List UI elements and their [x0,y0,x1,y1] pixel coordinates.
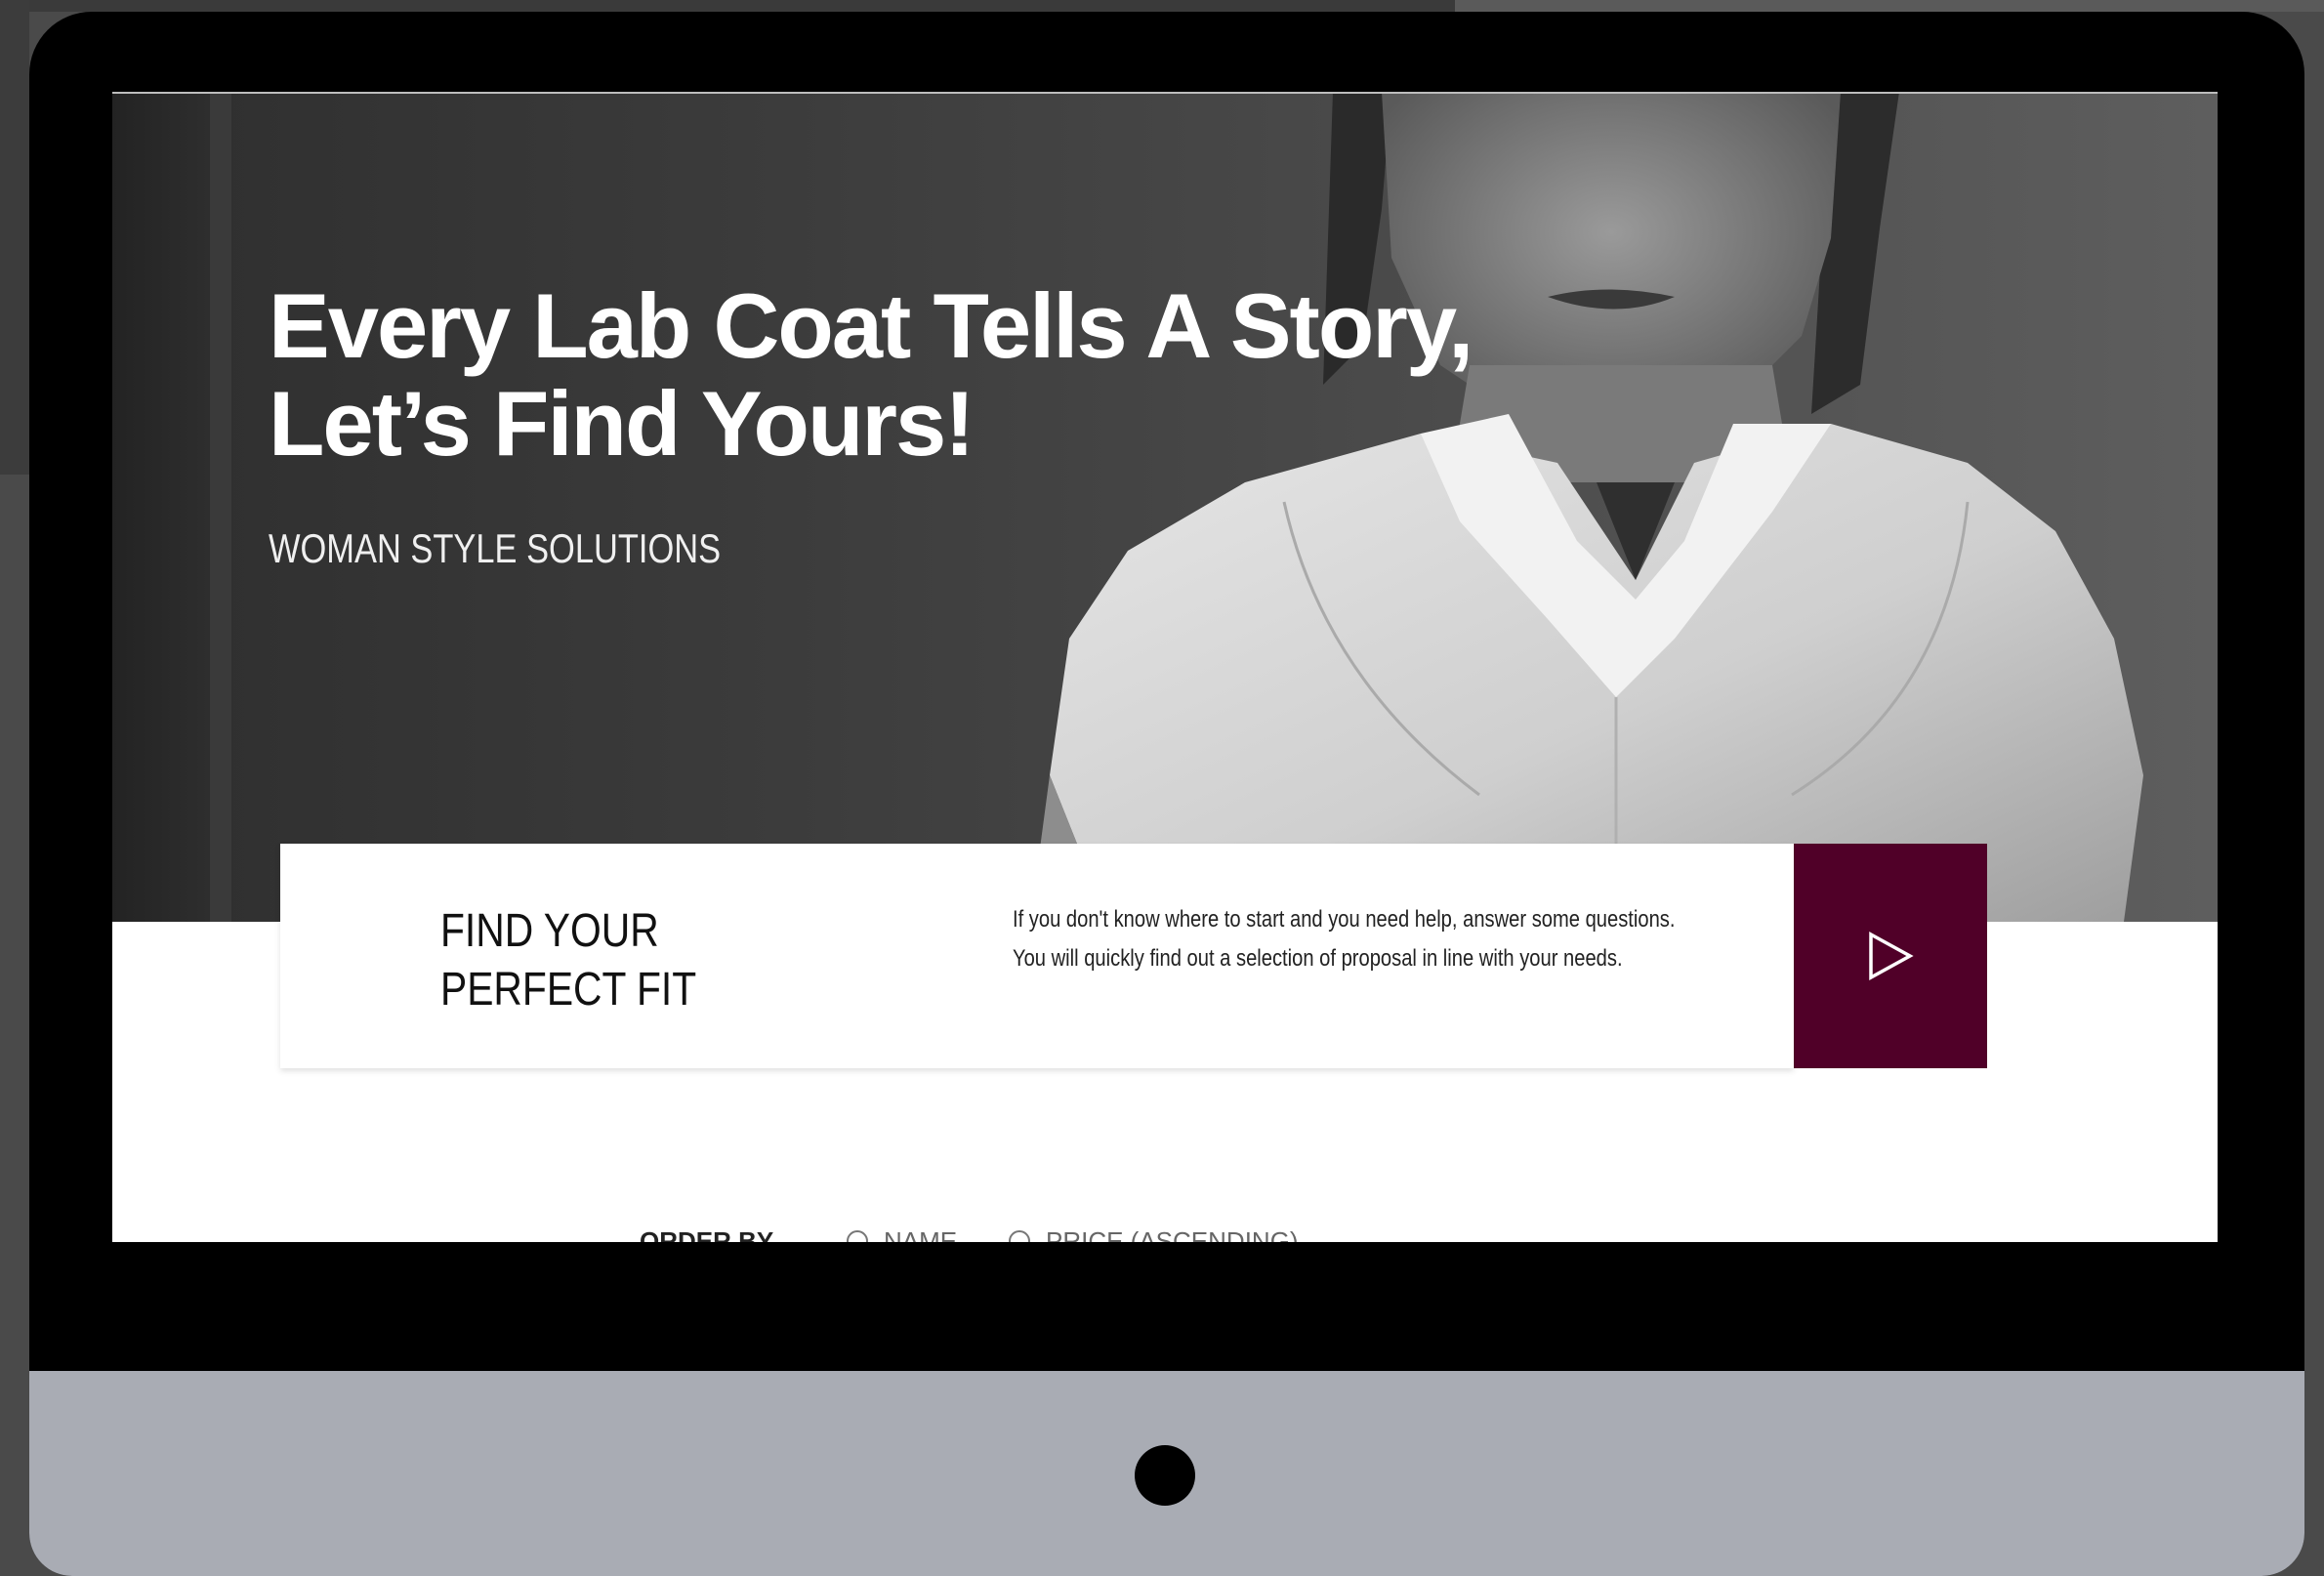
hero-banner: Every Lab Coat Tells A Story, Let’s Find… [112,92,2218,922]
perfect-fit-description-line-2: You will quickly find out a selection of… [1013,945,1623,972]
perfect-fit-description-line-1: If you don't know where to start and you… [1013,906,1676,933]
order-name-radio[interactable] [847,1230,868,1242]
website-screen: Every Lab Coat Tells A Story, Let’s Find… [112,92,2218,1242]
hero-top-line [112,92,2218,94]
order-price-radio[interactable] [1009,1230,1030,1242]
hero-title: Every Lab Coat Tells A Story, Let’s Find… [269,274,1473,475]
monitor-frame: Every Lab Coat Tells A Story, Let’s Find… [29,12,2304,1576]
background-top-right [1455,0,2324,12]
hero-photo-woman [1030,92,2143,922]
start-quiz-button[interactable] [1794,844,1987,1068]
order-by-bar: ORDER BY NAME PRICE (ASCENDING) [112,1224,2218,1242]
play-triangle-icon [1869,932,1914,980]
perfect-fit-card: FIND YOUR PERFECT FIT If you don't know … [280,844,1794,1068]
hero-subtitle: WOMAN STYLE SOLUTIONS [269,525,722,571]
order-name-option[interactable]: NAME [884,1226,957,1242]
background-top-strip [0,0,1455,12]
order-price-option[interactable]: PRICE (ASCENDING) [1046,1226,1299,1242]
background-left-band [0,0,29,475]
camera-dot-icon [1135,1445,1195,1506]
perfect-fit-title: FIND YOUR PERFECT FIT [440,905,697,1016]
perfect-fit-description: If you don't know where to start and you… [1013,900,1751,978]
order-by-label: ORDER BY [640,1226,774,1242]
